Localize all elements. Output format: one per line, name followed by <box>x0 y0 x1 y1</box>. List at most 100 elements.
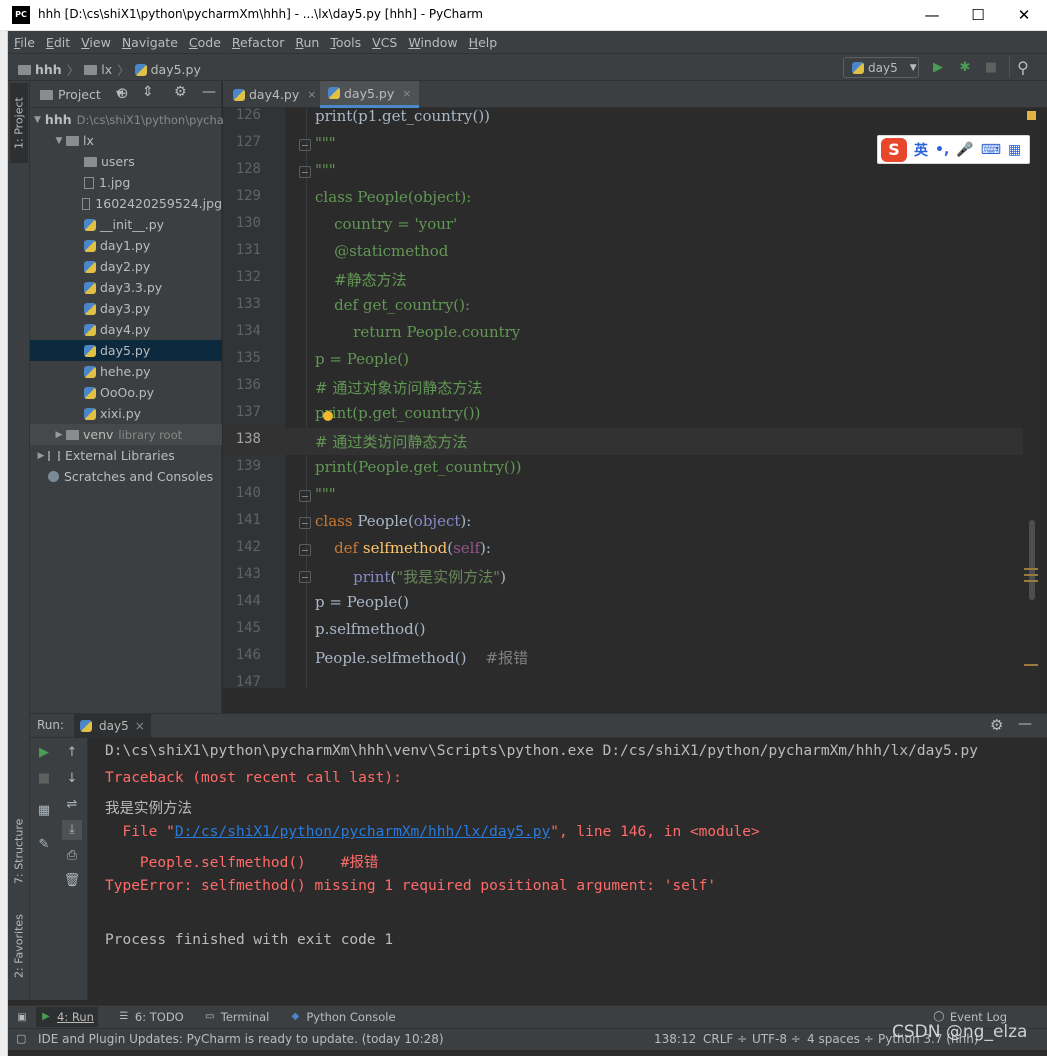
ime-punctuation-toggle[interactable]: •, <box>935 142 949 158</box>
menu-code[interactable]: Code <box>189 35 221 50</box>
warning-marker[interactable] <box>1024 580 1038 582</box>
fold-marker-icon[interactable] <box>299 139 311 151</box>
code-line[interactable]: 137 print(p.get_country()) <box>223 401 1035 428</box>
tool-tab-todo[interactable]: ☰ 6: TODO <box>118 1010 183 1024</box>
menu-refactor[interactable]: Refactor <box>232 35 284 50</box>
code-line[interactable]: 132 #静态方法 <box>223 266 1035 293</box>
locate-icon[interactable]: ⊕ <box>116 84 129 102</box>
code-line[interactable]: 139 print(People.get_country()) <box>223 455 1035 482</box>
code-line[interactable]: 135 p = People() <box>223 347 1035 374</box>
hide-panel-icon[interactable]: — <box>202 84 216 100</box>
pin-icon[interactable]: ✎ <box>34 835 54 855</box>
tree-item[interactable]: ▼ lx <box>30 130 222 151</box>
soft-wrap-icon[interactable]: ⇌ <box>62 795 82 815</box>
layout-icon[interactable]: ▦ <box>34 801 54 821</box>
fold-marker-icon[interactable] <box>299 544 311 556</box>
fold-marker-icon[interactable] <box>299 166 311 178</box>
menu-tools[interactable]: Tools <box>330 35 361 50</box>
minimize-button[interactable]: — <box>909 0 955 31</box>
tree-item[interactable]: ▶ External Libraries <box>30 445 222 466</box>
search-icon[interactable]: ⚲ <box>1013 58 1033 78</box>
warning-indicator-icon[interactable] <box>1027 111 1036 120</box>
fold-marker-icon[interactable] <box>299 490 311 502</box>
tree-item[interactable]: 1602420259524.jpg <box>30 193 222 214</box>
code-line[interactable]: 140 """ <box>223 482 1035 509</box>
code-line[interactable]: 142 def selfmethod(self): <box>223 536 1035 563</box>
code-editor[interactable]: 126 print(p1.get_country()) 127 """ 128 """ 12… <box>223 108 1047 688</box>
menu-vcs[interactable]: VCS <box>372 35 397 50</box>
code-line[interactable]: 141 class People(object): <box>223 509 1035 536</box>
code-line[interactable]: 130 country = 'your' <box>223 212 1035 239</box>
chevron-down-icon[interactable]: ▼ <box>52 136 66 146</box>
code-line[interactable]: 129 class People(object): <box>223 185 1035 212</box>
tab-day5[interactable]: day5.py × <box>320 81 420 108</box>
maximize-button[interactable]: ☐ <box>955 0 1001 31</box>
structure-tool-tab[interactable]: 7: Structure <box>10 806 28 896</box>
tree-item[interactable]: 1.jpg <box>30 172 222 193</box>
microphone-icon[interactable]: 🎤 <box>956 142 973 158</box>
tool-tab-terminal[interactable]: ▭ Terminal <box>204 1010 269 1024</box>
code-line[interactable]: 146 People.selfmethod() #报错 <box>223 644 1035 671</box>
code-line[interactable]: 131 @staticmethod <box>223 239 1035 266</box>
tree-item[interactable]: day4.py <box>30 319 222 340</box>
hide-panel-icon[interactable]: — <box>1018 716 1032 732</box>
tree-item[interactable]: ▶ venv library root <box>30 424 222 445</box>
print-icon[interactable]: ⎙ <box>62 846 82 866</box>
code-line[interactable]: 145 p.selfmethod() <box>223 617 1035 644</box>
toggle-tool-windows-icon[interactable]: ▣ <box>8 1012 36 1023</box>
tree-item[interactable]: day3.py <box>30 298 222 319</box>
traceback-file-link[interactable]: D:/cs/shiX1/python/pycharmXm/hhh/lx/day5… <box>175 824 550 840</box>
warning-marker[interactable] <box>1024 568 1038 570</box>
chevron-right-icon[interactable]: ▶ <box>34 451 48 461</box>
tool-tab-python-console[interactable]: ◆ Python Console <box>289 1010 396 1024</box>
tree-item[interactable]: day2.py <box>30 256 222 277</box>
tree-item[interactable]: day3.3.py <box>30 277 222 298</box>
tree-item[interactable]: day1.py <box>30 235 222 256</box>
fold-marker-icon[interactable] <box>299 571 311 583</box>
code-line[interactable]: 143 print("我是实例方法") <box>223 563 1035 590</box>
close-icon[interactable]: × <box>402 87 411 100</box>
warning-marker[interactable] <box>1024 574 1038 576</box>
project-tool-tab[interactable]: 1: Project <box>10 83 28 163</box>
trash-icon[interactable]: 🗑 <box>62 871 82 891</box>
status-message[interactable]: IDE and Plugin Updates: PyCharm is ready… <box>38 1032 444 1046</box>
tree-item[interactable]: ▼ hhh D:\cs\shiX1\python\pycharmXm\hhh <box>30 109 284 130</box>
menu-window[interactable]: Window <box>408 35 457 50</box>
gear-icon[interactable]: ⚙ <box>990 716 1003 734</box>
keyboard-icon[interactable]: ⌨ <box>981 142 1001 158</box>
status-toggle-icon[interactable]: ▢ <box>16 1032 26 1045</box>
editor-scrollbar[interactable] <box>1029 520 1035 600</box>
breadcrumb-day5[interactable]: day5.py <box>151 62 201 77</box>
code-line[interactable]: 134 return People.country <box>223 320 1035 347</box>
file-encoding[interactable]: UTF-8 ÷ <box>752 1032 801 1046</box>
breadcrumb-lx[interactable]: lx <box>101 62 112 77</box>
run-tab-day5[interactable]: day5 × <box>74 714 151 738</box>
tree-item[interactable]: OoOo.py <box>30 382 222 403</box>
line-separator[interactable]: CRLF ÷ <box>703 1032 747 1046</box>
tree-item[interactable]: Scratches and Consoles <box>30 466 222 487</box>
fold-marker-icon[interactable] <box>299 517 311 529</box>
tool-tab-run[interactable]: ▶ 4: Run <box>36 1007 98 1027</box>
code-line[interactable]: 147 <box>223 671 1035 688</box>
ime-language-toggle[interactable]: 英 <box>914 140 928 160</box>
rerun-icon[interactable]: ▶ <box>34 743 54 763</box>
tab-day4[interactable]: day4.py × <box>225 81 324 108</box>
project-view-select[interactable]: Project <box>58 87 101 102</box>
close-window-button[interactable]: ✕ <box>1001 0 1047 31</box>
code-line[interactable]: 136 # 通过对象访问静态方法 <box>223 374 1035 401</box>
stop-icon[interactable]: ■ <box>34 769 54 789</box>
menu-navigate[interactable]: Navigate <box>122 35 178 50</box>
caret-position[interactable]: 138:12 <box>654 1032 696 1046</box>
chevron-right-icon[interactable]: ▶ <box>52 430 66 440</box>
favorites-tool-tab[interactable]: 2: Favorites <box>10 906 28 986</box>
tree-item[interactable]: xixi.py <box>30 403 222 424</box>
breadcrumb-hhh[interactable]: hhh <box>35 62 62 77</box>
menu-edit[interactable]: Edit <box>46 35 70 50</box>
warning-marker[interactable] <box>1024 664 1038 666</box>
tree-item[interactable]: day5.py <box>30 340 222 361</box>
run-icon[interactable]: ▶ <box>928 58 948 78</box>
chevron-down-icon[interactable]: ▼ <box>34 115 41 125</box>
menu-view[interactable]: View <box>81 35 111 50</box>
menu-file[interactable]: File <box>14 35 35 50</box>
collapse-all-icon[interactable]: ⇕ <box>142 84 154 100</box>
